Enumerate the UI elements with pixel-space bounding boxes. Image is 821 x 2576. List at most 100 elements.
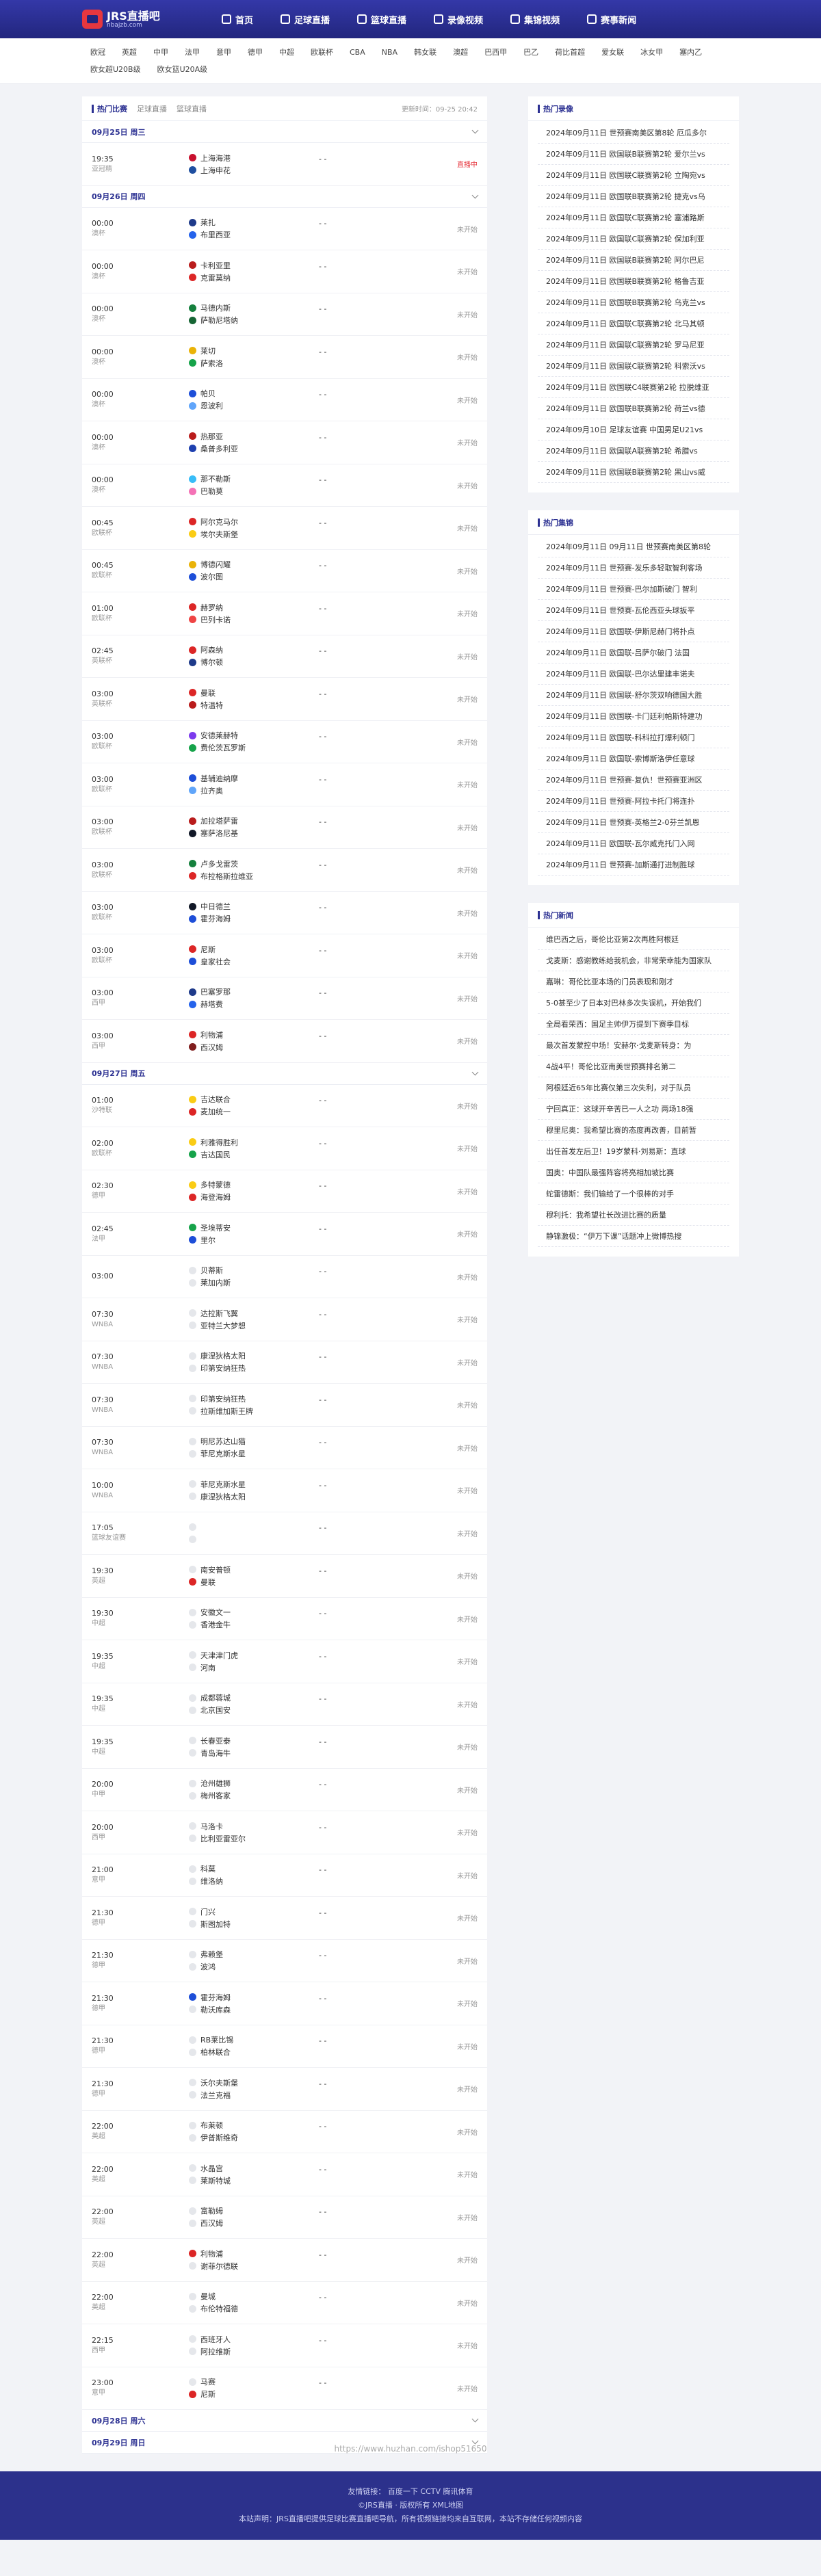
team-home[interactable]: 布莱顿 [189,2119,319,2131]
match-row[interactable]: 07:30 WNBA 达拉斯飞翼 亚特兰大梦想 - - 未开始 [82,1298,487,1341]
team-away[interactable]: 埃尔夫斯堡 [189,528,319,540]
news-item[interactable]: 维巴西之后，哥伦比亚第2次再胜阿根廷 [538,929,729,950]
news-item[interactable]: 5-0甚至少了日本对巴林多次失误机，开始我们 [538,993,729,1014]
match-status[interactable]: 未开始 [457,608,478,618]
match-status[interactable]: 未开始 [457,2383,478,2393]
videos-item[interactable]: 2024年09月11日 欧国联C联赛第2轮 保加利亚 [538,228,729,250]
team-away[interactable]: 布里西亚 [189,228,319,241]
tab-football[interactable]: 足球直播 [137,103,167,114]
team-away[interactable]: 青岛海牛 [189,1747,319,1759]
team-home[interactable]: 多特蒙德 [189,1179,319,1191]
videos-item[interactable]: 2024年09月11日 欧国联B联赛第2轮 黑山vs威 [538,462,729,483]
team-home[interactable]: 赫罗纳 [189,601,319,614]
team-away[interactable]: 莱加内斯 [189,1276,319,1289]
news-item[interactable]: 戈麦斯：感谢教练给我机会，非常荣幸能为国家队 [538,950,729,971]
match-row[interactable]: 21:30 德甲 RB莱比锡 柏林联合 - - 未开始 [82,2025,487,2068]
league-link[interactable]: 欧女超U20B级 [82,61,149,78]
match-status[interactable]: 未开始 [457,2169,478,2179]
match-row[interactable]: 19:35 中超 天津津门虎 河南 - - 未开始 [82,1640,487,1683]
videos-item[interactable]: 2024年09月11日 欧国联B联赛第2轮 捷克vs乌 [538,186,729,207]
match-status[interactable]: 未开始 [457,1827,478,1837]
match-row[interactable]: 07:30 WNBA 康涅狄格太阳 印第安纳狂热 - - 未开始 [82,1341,487,1384]
league-link[interactable]: 韩女联 [406,44,445,61]
team-away[interactable]: 萨索洛 [189,357,319,369]
highlights-item[interactable]: 2024年09月11日 世预赛-英格兰2-0芬兰凯恩 [538,812,729,833]
logo[interactable]: JRS直播吧 nbajzb.com [82,10,205,29]
match-row[interactable]: 00:00 澳杯 莱切 萨索洛 - - 未开始 [82,336,487,379]
match-status[interactable]: 未开始 [457,2127,478,2137]
date-header[interactable]: 09月25日 周三 [82,121,487,143]
team-away[interactable]: 布伦特福德 [189,2302,319,2315]
team-home[interactable]: 康涅狄格太阳 [189,1350,319,1362]
league-link[interactable]: 德甲 [239,44,271,61]
videos-item[interactable]: 2024年09月11日 欧国联B联赛第2轮 阿尔巴尼 [538,250,729,271]
team-away[interactable]: 吉达国民 [189,1148,319,1161]
match-row[interactable]: 07:30 WNBA 印第安纳狂热 拉斯维加斯王牌 - - 未开始 [82,1384,487,1427]
match-row[interactable]: 02:45 法甲 圣埃蒂安 里尔 - - 未开始 [82,1213,487,1256]
league-link[interactable]: 中甲 [145,44,177,61]
videos-item[interactable]: 2024年09月11日 欧国联B联赛第2轮 爱尔兰vs [538,144,729,165]
team-away[interactable]: 萨勒尼塔纳 [189,314,319,326]
match-row[interactable]: 22:00 英超 富勒姆 西汉姆 - - 未开始 [82,2196,487,2239]
team-home[interactable]: 中日德兰 [189,900,319,912]
team-away[interactable]: 桑普多利亚 [189,443,319,455]
match-row[interactable]: 00:00 澳杯 热那亚 桑普多利亚 - - 未开始 [82,421,487,464]
match-status[interactable]: 未开始 [457,1314,478,1324]
news-item[interactable]: 国奥：中国队最强阵容将亮相加坡比赛 [538,1162,729,1183]
league-link[interactable]: 英超 [114,44,145,61]
news-item[interactable]: 宁回真正：这球开辛苦已一人之功 两场18强 [538,1099,729,1120]
match-status[interactable]: 未开始 [457,224,478,234]
team-home[interactable]: 明尼苏达山猫 [189,1435,319,1447]
match-status[interactable]: 未开始 [457,2340,478,2350]
videos-item[interactable]: 2024年09月11日 欧国联A联赛第2轮 希腊vs [538,441,729,462]
nav-item[interactable]: 集锦视频 [497,0,573,38]
team-away[interactable]: 北京国安 [189,1704,319,1716]
match-row[interactable]: 20:00 西甲 马洛卡 比利亚雷亚尔 - - 未开始 [82,1811,487,1854]
news-item[interactable]: 嘉琳：哥伦比亚本场的门员表现和刚才 [538,971,729,993]
tab-basketball[interactable]: 篮球直播 [177,103,207,114]
match-status[interactable]: 未开始 [457,395,478,405]
team-away[interactable]: 海登海姆 [189,1191,319,1203]
match-status[interactable]: 未开始 [457,865,478,875]
match-row[interactable]: 19:35 中超 成都蓉城 北京国安 - - 未开始 [82,1683,487,1726]
match-row[interactable]: 23:00 意甲 马赛 尼斯 - - 未开始 [82,2367,487,2410]
match-status[interactable]: 未开始 [457,1998,478,2008]
team-away[interactable]: 河南 [189,1661,319,1674]
highlights-item[interactable]: 2024年09月11日 欧国联-卡门廷利帕斯特建功 [538,706,729,727]
news-item[interactable]: 全局看荣西：国足主帅伊万提到下赛季目标 [538,1014,729,1035]
match-status[interactable]: 未开始 [457,309,478,319]
match-row[interactable]: 19:35 中超 长春亚泰 青岛海牛 - - 未开始 [82,1726,487,1769]
match-status[interactable]: 未开始 [457,822,478,832]
chevron-down-icon[interactable] [471,1068,479,1075]
team-home[interactable]: 沧州雄狮 [189,1777,319,1789]
match-status[interactable]: 未开始 [457,950,478,960]
team-away[interactable]: 勒沃库森 [189,2003,319,2016]
team-away[interactable]: 赫塔费 [189,998,319,1010]
team-away[interactable]: 巴列卡诺 [189,614,319,626]
match-row[interactable]: 00:45 欧联杯 阿尔克马尔 埃尔夫斯堡 - - 未开始 [82,507,487,550]
match-status[interactable]: 未开始 [457,1570,478,1581]
team-home[interactable]: 上海海港 [189,152,319,164]
match-status[interactable]: 未开始 [457,437,478,447]
league-link[interactable]: 澳超 [445,44,476,61]
team-away[interactable]: 香港金牛 [189,1618,319,1631]
highlights-item[interactable]: 2024年09月11日 欧国联-伊斯尼赫门将扑点 [538,621,729,642]
match-row[interactable]: 03:00 欧联杯 卢多戈雷茨 布拉格斯拉维亚 - - 未开始 [82,849,487,892]
team-away[interactable]: 皇家社会 [189,956,319,968]
team-home[interactable]: 基辅迪纳摩 [189,772,319,785]
team-home[interactable]: 马德内斯 [189,302,319,314]
match-status[interactable]: 未开始 [457,993,478,1003]
nav-item[interactable]: 赛事新闻 [573,0,650,38]
match-row[interactable]: 21:00 意甲 科莫 维洛纳 - - 未开始 [82,1854,487,1897]
videos-item[interactable]: 2024年09月11日 欧国联C联赛第2轮 塞浦路斯 [538,207,729,228]
match-row[interactable]: 02:00 欧联杯 利雅得胜利 吉达国民 - - 未开始 [82,1127,487,1170]
highlights-item[interactable]: 2024年09月11日 欧国联-瓦尔威克托门入网 [538,833,729,854]
team-home[interactable]: 尼斯 [189,943,319,956]
team-home[interactable]: 阿森纳 [189,644,319,656]
team-away[interactable]: 阿拉维斯 [189,2345,319,2358]
league-link[interactable]: 法甲 [177,44,208,61]
league-link[interactable]: 欧冠 [82,44,114,61]
match-status[interactable]: 未开始 [457,737,478,747]
match-row[interactable]: 03:00 欧联杯 基辅迪纳摩 拉齐奥 - - 未开始 [82,763,487,806]
nav-item[interactable]: 篮球直播 [343,0,420,38]
